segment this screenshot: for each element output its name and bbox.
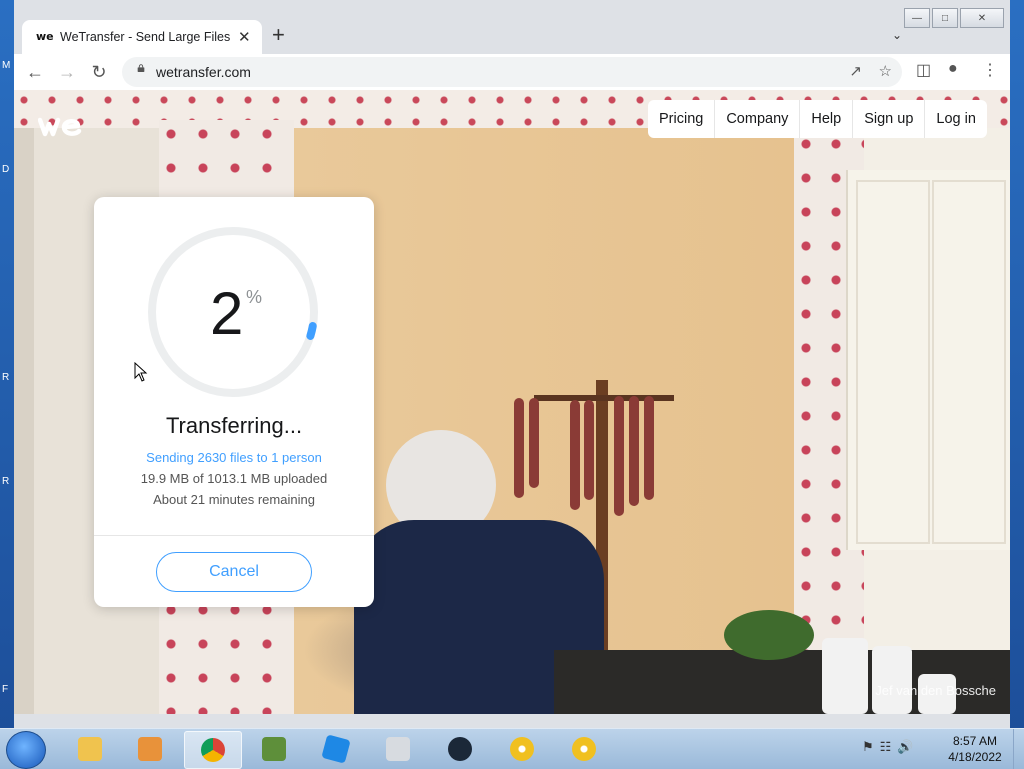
progress-percent: 2 <box>210 280 244 347</box>
nav-sign-up[interactable]: Sign up <box>853 100 926 138</box>
side-panel-icon[interactable]: ◫ <box>916 60 931 80</box>
clock[interactable]: 8:57 AM 4/18/2022 <box>940 733 1010 765</box>
menu-icon[interactable]: ⋮ <box>982 60 998 80</box>
sausage <box>644 396 654 500</box>
bottle <box>822 638 868 714</box>
sausage <box>629 396 639 506</box>
system-tray: ⚑ ☷ 🔊 <box>862 739 914 755</box>
share-icon[interactable]: ↗ <box>849 62 862 80</box>
sausage <box>614 396 624 516</box>
chrome-icon[interactable] <box>184 731 242 769</box>
time-remaining: About 21 minutes remaining <box>153 492 315 507</box>
nav-pricing[interactable]: Pricing <box>648 100 716 138</box>
generic-app-icon[interactable] <box>370 731 426 767</box>
page-background: Jef van den Bossche Pricing Company Help… <box>14 90 1010 714</box>
network-icon[interactable]: ☷ <box>880 739 892 755</box>
wetransfer-favicon-icon: we <box>36 30 54 43</box>
uploaded-amount: 19.9 MB of 1013.1 MB uploaded <box>140 471 328 486</box>
minecraft-icon[interactable] <box>246 731 302 767</box>
tab-close-icon[interactable]: ✕ <box>238 28 251 46</box>
desktop-label: R <box>2 372 10 383</box>
steam-icon[interactable] <box>432 731 488 767</box>
browser-window: — □ ✕ we WeTransfer - Send Large Files &… <box>14 0 1010 728</box>
lock-icon <box>137 64 145 72</box>
desktop-right-edge <box>1010 0 1024 728</box>
nav-log-in[interactable]: Log in <box>925 100 987 138</box>
desktop-label: F <box>2 684 9 695</box>
media-player-icon[interactable] <box>122 731 178 767</box>
percent-sign: % <box>246 287 263 307</box>
action-center-icon[interactable]: ⚑ <box>862 739 874 755</box>
address-bar[interactable]: wetransfer.com ↗ ☆ <box>122 57 902 87</box>
cabinet-door <box>856 180 930 544</box>
cabinet-door <box>932 180 1006 544</box>
desktop-left-edge: M D R R F <box>0 0 14 728</box>
nav-help[interactable]: Help <box>800 100 854 138</box>
nav-company[interactable]: Company <box>715 100 801 138</box>
bottle <box>872 646 912 714</box>
volume-icon[interactable]: 🔊 <box>897 739 913 755</box>
desktop-label: D <box>2 164 10 175</box>
back-icon[interactable]: ← <box>22 59 48 85</box>
sausage <box>514 398 524 498</box>
sending-details-link[interactable]: Sending 2630 files to 1 person <box>94 450 374 465</box>
tab-title: WeTransfer - Send Large Files & <box>60 30 232 44</box>
card-divider <box>94 535 374 536</box>
sausage <box>529 398 539 488</box>
file-explorer-icon[interactable] <box>62 731 118 767</box>
reload-icon[interactable]: ↻ <box>86 59 112 85</box>
site-nav: Pricing Company Help Sign up Log in <box>648 100 987 138</box>
browser-toolbar: ← → ↻ wetransfer.com ↗ ☆ ◫ ● ⋮ <box>14 54 1010 90</box>
tab-strip: we WeTransfer - Send Large Files & ✕ + ⌄ <box>14 16 1010 54</box>
desktop-label: R <box>2 476 10 487</box>
profile-icon[interactable]: ● <box>948 60 958 78</box>
forward-icon[interactable]: → <box>54 59 80 85</box>
taskbar: ⚑ ☷ 🔊 8:57 AM 4/18/2022 <box>0 728 1024 769</box>
desktop-label: M <box>2 60 11 71</box>
show-desktop-button[interactable] <box>1013 729 1024 769</box>
start-button[interactable] <box>6 731 46 769</box>
photo-credit[interactable]: Jef van den Bossche <box>875 683 996 698</box>
sausage <box>570 400 580 510</box>
star-icon[interactable]: ☆ <box>879 62 892 80</box>
transfer-status: Transferring... <box>165 413 303 438</box>
sausage <box>584 400 594 500</box>
browser-tab[interactable]: we WeTransfer - Send Large Files & ✕ <box>22 20 262 54</box>
clock-date: 4/18/2022 <box>948 750 1002 764</box>
cancel-button[interactable]: Cancel <box>156 552 312 592</box>
chevron-down-icon[interactable]: ⌄ <box>892 28 902 42</box>
plant <box>724 610 814 660</box>
background-photo-cabinet <box>846 170 1010 550</box>
wetransfer-logo[interactable] <box>38 114 84 140</box>
roblox-icon[interactable] <box>308 731 364 767</box>
plus-icon[interactable]: + <box>272 22 285 48</box>
url-text: wetransfer.com <box>156 64 251 80</box>
clock-time: 8:57 AM <box>952 734 998 748</box>
mouse-cursor-icon <box>134 362 148 382</box>
transfer-card: 2 % Transferring... Sending 2630 files t… <box>94 197 374 607</box>
disc-icon[interactable] <box>556 731 612 767</box>
disc-icon[interactable] <box>494 731 550 767</box>
